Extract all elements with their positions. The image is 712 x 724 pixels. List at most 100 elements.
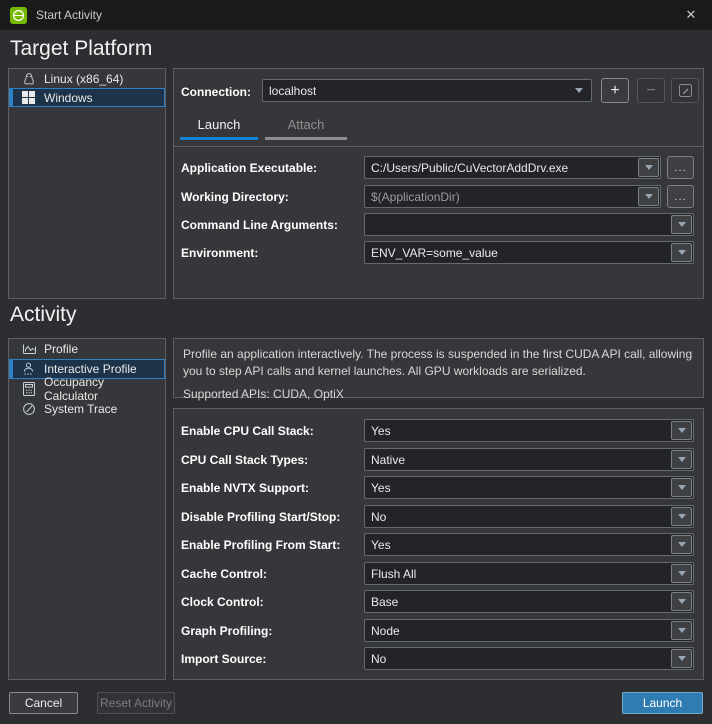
plus-icon: + xyxy=(610,83,619,99)
chevron-down-icon[interactable] xyxy=(671,649,692,668)
environment-label: Environment: xyxy=(181,246,364,260)
platform-list: Linux (x86_64) Windows xyxy=(8,68,166,299)
option-value: Node xyxy=(371,624,400,638)
chevron-down-icon[interactable] xyxy=(671,478,692,497)
option-label: Enable Profiling From Start: xyxy=(181,538,364,552)
option-value: No xyxy=(371,510,386,524)
enable-nvtx-support-select[interactable]: Yes xyxy=(364,476,694,499)
clock-control-select[interactable]: Base xyxy=(364,590,694,613)
enable-profiling-from-start-row: Enable Profiling From Start: Yes xyxy=(181,533,694,556)
environment-select[interactable]: ENV_VAR=some_value xyxy=(364,241,694,264)
option-value: Flush All xyxy=(371,567,416,581)
chevron-down-icon[interactable] xyxy=(638,187,659,206)
cache-control-select[interactable]: Flush All xyxy=(364,562,694,585)
remove-connection-button[interactable]: − xyxy=(637,78,665,103)
option-value: Base xyxy=(371,595,398,609)
tab-attach-underline xyxy=(265,137,347,140)
cpu-call-stack-types-select[interactable]: Native xyxy=(364,448,694,471)
activity-heading: Activity xyxy=(10,303,77,327)
option-label: Cache Control: xyxy=(181,567,364,581)
browse-directory-button[interactable]: ... xyxy=(667,185,694,208)
working-directory-label: Working Directory: xyxy=(181,190,364,204)
minus-icon: − xyxy=(646,83,655,99)
option-value: Yes xyxy=(371,538,391,552)
bar-chart-icon xyxy=(21,343,36,355)
activity-item-label: System Trace xyxy=(44,402,117,416)
disable-profiling-start-stop-row: Disable Profiling Start/Stop: No xyxy=(181,505,694,528)
person-icon xyxy=(21,362,36,376)
chevron-down-icon xyxy=(575,88,583,93)
chevron-down-icon[interactable] xyxy=(671,535,692,554)
working-directory-select[interactable]: $(ApplicationDir) xyxy=(364,185,661,208)
graph-profiling-select[interactable]: Node xyxy=(364,619,694,642)
cancel-button[interactable]: Cancel xyxy=(9,692,78,714)
connection-select[interactable]: localhost xyxy=(262,79,592,102)
nsight-app-icon xyxy=(10,7,27,24)
tab-attach-label: Attach xyxy=(288,117,325,132)
tab-launch-label: Launch xyxy=(198,117,241,132)
application-executable-select[interactable]: C:/Users/Public/CuVectorAddDrv.exe xyxy=(364,156,661,179)
disable-profiling-start-stop-select[interactable]: No xyxy=(364,505,694,528)
cache-control-row: Cache Control: Flush All xyxy=(181,562,694,585)
graph-profiling-row: Graph Profiling: Node xyxy=(181,619,694,642)
chevron-down-icon[interactable] xyxy=(671,215,692,234)
chevron-down-icon[interactable] xyxy=(671,450,692,469)
enable-cpu-call-stack-select[interactable]: Yes xyxy=(364,419,694,442)
option-value: Yes xyxy=(371,481,391,495)
chevron-down-icon[interactable] xyxy=(671,592,692,611)
enable-profiling-from-start-select[interactable]: Yes xyxy=(364,533,694,556)
chevron-down-icon[interactable] xyxy=(671,421,692,440)
launch-frame-divider xyxy=(173,146,704,147)
platform-item-windows[interactable]: Windows xyxy=(9,88,165,107)
windows-logo-icon xyxy=(21,91,36,104)
cpu-call-stack-types-row: CPU Call Stack Types: Native xyxy=(181,448,694,471)
activity-item-label: Occupancy Calculator xyxy=(44,375,160,403)
title-bar: Start Activity ✕ xyxy=(0,0,712,30)
enable-cpu-call-stack-row: Enable CPU Call Stack: Yes xyxy=(181,419,694,442)
platform-item-label: Windows xyxy=(44,91,93,105)
activity-list: Profile Interactive Profile Occupancy Ca… xyxy=(8,338,166,680)
activity-item-label: Interactive Profile xyxy=(44,362,137,376)
chevron-down-icon[interactable] xyxy=(671,243,692,262)
add-connection-button[interactable]: + xyxy=(601,78,629,103)
application-executable-value: C:/Users/Public/CuVectorAddDrv.exe xyxy=(371,161,568,175)
reset-activity-button[interactable]: Reset Activity xyxy=(97,692,175,714)
option-value: Yes xyxy=(371,424,391,438)
command-line-arguments-row: Command Line Arguments: xyxy=(181,213,694,236)
chevron-down-icon[interactable] xyxy=(638,158,659,177)
import-source-row: Import Source: No xyxy=(181,647,694,670)
window-title: Start Activity xyxy=(36,8,102,22)
platform-item-linux[interactable]: Linux (x86_64) xyxy=(9,69,165,88)
option-label: Clock Control: xyxy=(181,595,364,609)
close-icon[interactable]: ✕ xyxy=(680,7,702,23)
command-line-arguments-select[interactable] xyxy=(364,213,694,236)
chevron-down-icon[interactable] xyxy=(671,507,692,526)
tab-launch-underline xyxy=(180,137,258,140)
connection-value: localhost xyxy=(269,84,316,98)
environment-value: ENV_VAR=some_value xyxy=(371,246,498,260)
platform-item-label: Linux (x86_64) xyxy=(44,72,123,86)
browse-executable-button[interactable]: ... xyxy=(667,156,694,179)
launch-button[interactable]: Launch xyxy=(622,692,703,714)
option-label: Import Source: xyxy=(181,652,364,666)
import-source-select[interactable]: No xyxy=(364,647,694,670)
tab-attach[interactable]: Attach xyxy=(265,117,347,137)
option-label: CPU Call Stack Types: xyxy=(181,453,364,467)
option-label: Enable NVTX Support: xyxy=(181,481,364,495)
activity-item-profile[interactable]: Profile xyxy=(9,339,165,359)
application-executable-row: Application Executable: C:/Users/Public/… xyxy=(181,156,694,179)
chevron-down-icon[interactable] xyxy=(671,621,692,640)
edit-connection-button[interactable] xyxy=(671,78,699,103)
option-value: No xyxy=(371,652,386,666)
activity-item-occupancy-calculator[interactable]: Occupancy Calculator xyxy=(9,379,165,399)
activity-description: Profile an application interactively. Th… xyxy=(173,338,704,398)
chevron-down-icon[interactable] xyxy=(671,564,692,583)
tab-launch[interactable]: Launch xyxy=(180,117,258,137)
target-platform-heading: Target Platform xyxy=(10,37,152,61)
activity-item-label: Profile xyxy=(44,342,78,356)
option-label: Disable Profiling Start/Stop: xyxy=(181,510,364,524)
command-line-arguments-label: Command Line Arguments: xyxy=(181,218,364,232)
start-activity-dialog: Start Activity ✕ Target Platform Linux (… xyxy=(0,0,712,724)
clock-control-row: Clock Control: Base xyxy=(181,590,694,613)
calculator-icon xyxy=(21,382,36,396)
